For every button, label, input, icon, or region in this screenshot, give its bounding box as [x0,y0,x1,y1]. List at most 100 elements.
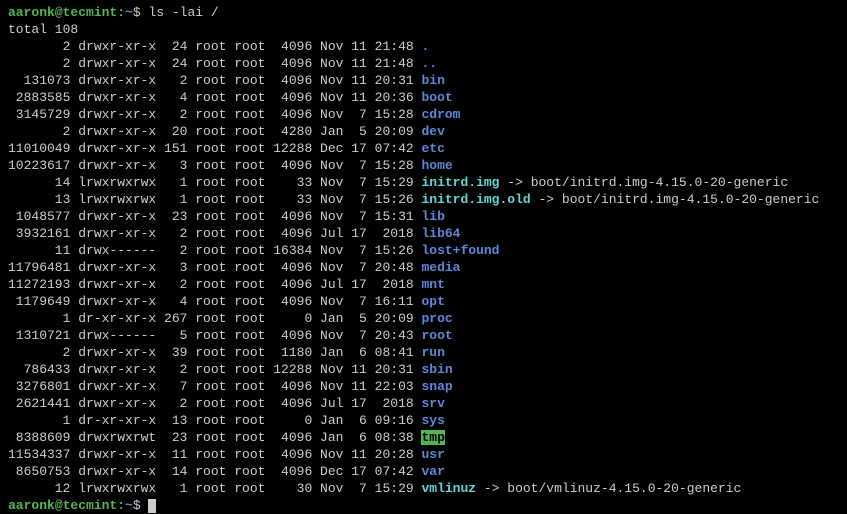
prompt-user: aaronk [8,498,55,513]
prompt-colon: : [117,498,125,513]
terminal[interactable]: aaronk@tecmint:~$ ls -lai / total 108 2 … [8,4,839,514]
cursor[interactable] [148,499,156,513]
file-name: tmp [421,430,444,445]
list-item: 2 drwxr-xr-x 24 root root 4096 Nov 11 21… [8,38,839,55]
file-name: dev [421,124,444,139]
file-name: initrd.img [421,175,499,190]
file-name: home [421,158,452,173]
list-item: 2883585 drwxr-xr-x 4 root root 4096 Nov … [8,89,839,106]
file-name: run [421,345,444,360]
list-item: 2 drwxr-xr-x 39 root root 1180 Jan 6 08:… [8,344,839,361]
list-item: 8388609 drwxrwxrwt 23 root root 4096 Jan… [8,429,839,446]
list-item: 11 drwx------ 2 root root 16384 Nov 7 15… [8,242,839,259]
file-listing: 2 drwxr-xr-x 24 root root 4096 Nov 11 21… [8,38,839,497]
file-name: var [421,464,444,479]
file-meta: 2 drwxr-xr-x 24 root root 4096 Nov 11 21… [8,56,421,71]
file-meta: 1 dr-xr-xr-x 267 root root 0 Jan 5 20:09 [8,311,421,326]
prompt-host: tecmint [63,5,118,20]
file-name: vmlinuz [421,481,476,496]
prompt-path: ~ [125,498,133,513]
list-item: 131073 drwxr-xr-x 2 root root 4096 Nov 1… [8,72,839,89]
file-meta: 2 drwxr-xr-x 20 root root 4280 Jan 5 20:… [8,124,421,139]
list-item: 8650753 drwxr-xr-x 14 root root 4096 Dec… [8,463,839,480]
file-meta: 12 lrwxrwxrwx 1 root root 30 Nov 7 15:29 [8,481,421,496]
file-meta: 131073 drwxr-xr-x 2 root root 4096 Nov 1… [8,73,421,88]
file-meta: 2621441 drwxr-xr-x 2 root root 4096 Jul … [8,396,421,411]
list-item: 1310721 drwx------ 5 root root 4096 Nov … [8,327,839,344]
prompt-line-2: aaronk@tecmint:~$ [8,497,839,514]
list-item: 11796481 drwxr-xr-x 3 root root 4096 Nov… [8,259,839,276]
symlink-target: -> boot/initrd.img-4.15.0-20-generic [531,192,820,207]
file-name: srv [421,396,444,411]
prompt-dollar: $ [133,498,149,513]
file-name: opt [421,294,444,309]
prompt-host: tecmint [63,498,118,513]
list-item: 3276801 drwxr-xr-x 7 root root 4096 Nov … [8,378,839,395]
file-meta: 11010049 drwxr-xr-x 151 root root 12288 … [8,141,421,156]
file-meta: 8388609 drwxrwxrwt 23 root root 4096 Jan… [8,430,421,445]
file-name: initrd.img.old [421,192,530,207]
prompt-at: @ [55,5,63,20]
list-item: 2 drwxr-xr-x 20 root root 4280 Jan 5 20:… [8,123,839,140]
file-name: mnt [421,277,444,292]
list-item: 1 dr-xr-xr-x 267 root root 0 Jan 5 20:09… [8,310,839,327]
file-meta: 786433 drwxr-xr-x 2 root root 12288 Nov … [8,362,421,377]
file-name: lib64 [421,226,460,241]
file-meta: 14 lrwxrwxrwx 1 root root 33 Nov 7 15:29 [8,175,421,190]
file-meta: 13 lrwxrwxrwx 1 root root 33 Nov 7 15:26 [8,192,421,207]
symlink-target: -> boot/initrd.img-4.15.0-20-generic [499,175,788,190]
list-item: 11534337 drwxr-xr-x 11 root root 4096 No… [8,446,839,463]
file-name: root [421,328,452,343]
file-meta: 3145729 drwxr-xr-x 2 root root 4096 Nov … [8,107,421,122]
file-name: .. [421,56,437,71]
file-meta: 11796481 drwxr-xr-x 3 root root 4096 Nov… [8,260,421,275]
symlink-target: -> boot/vmlinuz-4.15.0-20-generic [476,481,741,496]
file-name: lost+found [421,243,499,258]
list-item: 13 lrwxrwxrwx 1 root root 33 Nov 7 15:26… [8,191,839,208]
list-item: 1179649 drwxr-xr-x 4 root root 4096 Nov … [8,293,839,310]
file-name: sys [421,413,444,428]
file-meta: 3276801 drwxr-xr-x 7 root root 4096 Nov … [8,379,421,394]
file-meta: 1310721 drwx------ 5 root root 4096 Nov … [8,328,421,343]
prompt-dollar: $ [133,5,149,20]
file-name: sbin [421,362,452,377]
list-item: 14 lrwxrwxrwx 1 root root 33 Nov 7 15:29… [8,174,839,191]
file-meta: 2883585 drwxr-xr-x 4 root root 4096 Nov … [8,90,421,105]
file-meta: 2 drwxr-xr-x 39 root root 1180 Jan 6 08:… [8,345,421,360]
list-item: 3932161 drwxr-xr-x 2 root root 4096 Jul … [8,225,839,242]
file-meta: 10223617 drwxr-xr-x 3 root root 4096 Nov… [8,158,421,173]
list-item: 1 dr-xr-xr-x 13 root root 0 Jan 6 09:16 … [8,412,839,429]
file-meta: 1179649 drwxr-xr-x 4 root root 4096 Nov … [8,294,421,309]
file-meta: 11534337 drwxr-xr-x 11 root root 4096 No… [8,447,421,462]
file-name: bin [421,73,444,88]
total-line: total 108 [8,21,839,38]
file-meta: 11 drwx------ 2 root root 16384 Nov 7 15… [8,243,421,258]
file-meta: 1 dr-xr-xr-x 13 root root 0 Jan 6 09:16 [8,413,421,428]
file-name: cdrom [421,107,460,122]
file-meta: 11272193 drwxr-xr-x 2 root root 4096 Jul… [8,277,421,292]
file-meta: 2 drwxr-xr-x 24 root root 4096 Nov 11 21… [8,39,421,54]
file-meta: 1048577 drwxr-xr-x 23 root root 4096 Nov… [8,209,421,224]
file-name: usr [421,447,444,462]
file-name: proc [421,311,452,326]
prompt-user: aaronk [8,5,55,20]
file-name: snap [421,379,452,394]
list-item: 1048577 drwxr-xr-x 23 root root 4096 Nov… [8,208,839,225]
file-name: . [421,39,429,54]
file-meta: 8650753 drwxr-xr-x 14 root root 4096 Dec… [8,464,421,479]
file-name: boot [421,90,452,105]
list-item: 12 lrwxrwxrwx 1 root root 30 Nov 7 15:29… [8,480,839,497]
command-text: ls -lai / [148,5,218,20]
file-name: etc [421,141,444,156]
list-item: 11272193 drwxr-xr-x 2 root root 4096 Jul… [8,276,839,293]
prompt-path: ~ [125,5,133,20]
file-name: lib [421,209,444,224]
prompt-colon: : [117,5,125,20]
list-item: 786433 drwxr-xr-x 2 root root 12288 Nov … [8,361,839,378]
file-name: media [421,260,460,275]
prompt-line-1: aaronk@tecmint:~$ ls -lai / [8,4,839,21]
list-item: 10223617 drwxr-xr-x 3 root root 4096 Nov… [8,157,839,174]
list-item: 2621441 drwxr-xr-x 2 root root 4096 Jul … [8,395,839,412]
file-meta: 3932161 drwxr-xr-x 2 root root 4096 Jul … [8,226,421,241]
list-item: 2 drwxr-xr-x 24 root root 4096 Nov 11 21… [8,55,839,72]
